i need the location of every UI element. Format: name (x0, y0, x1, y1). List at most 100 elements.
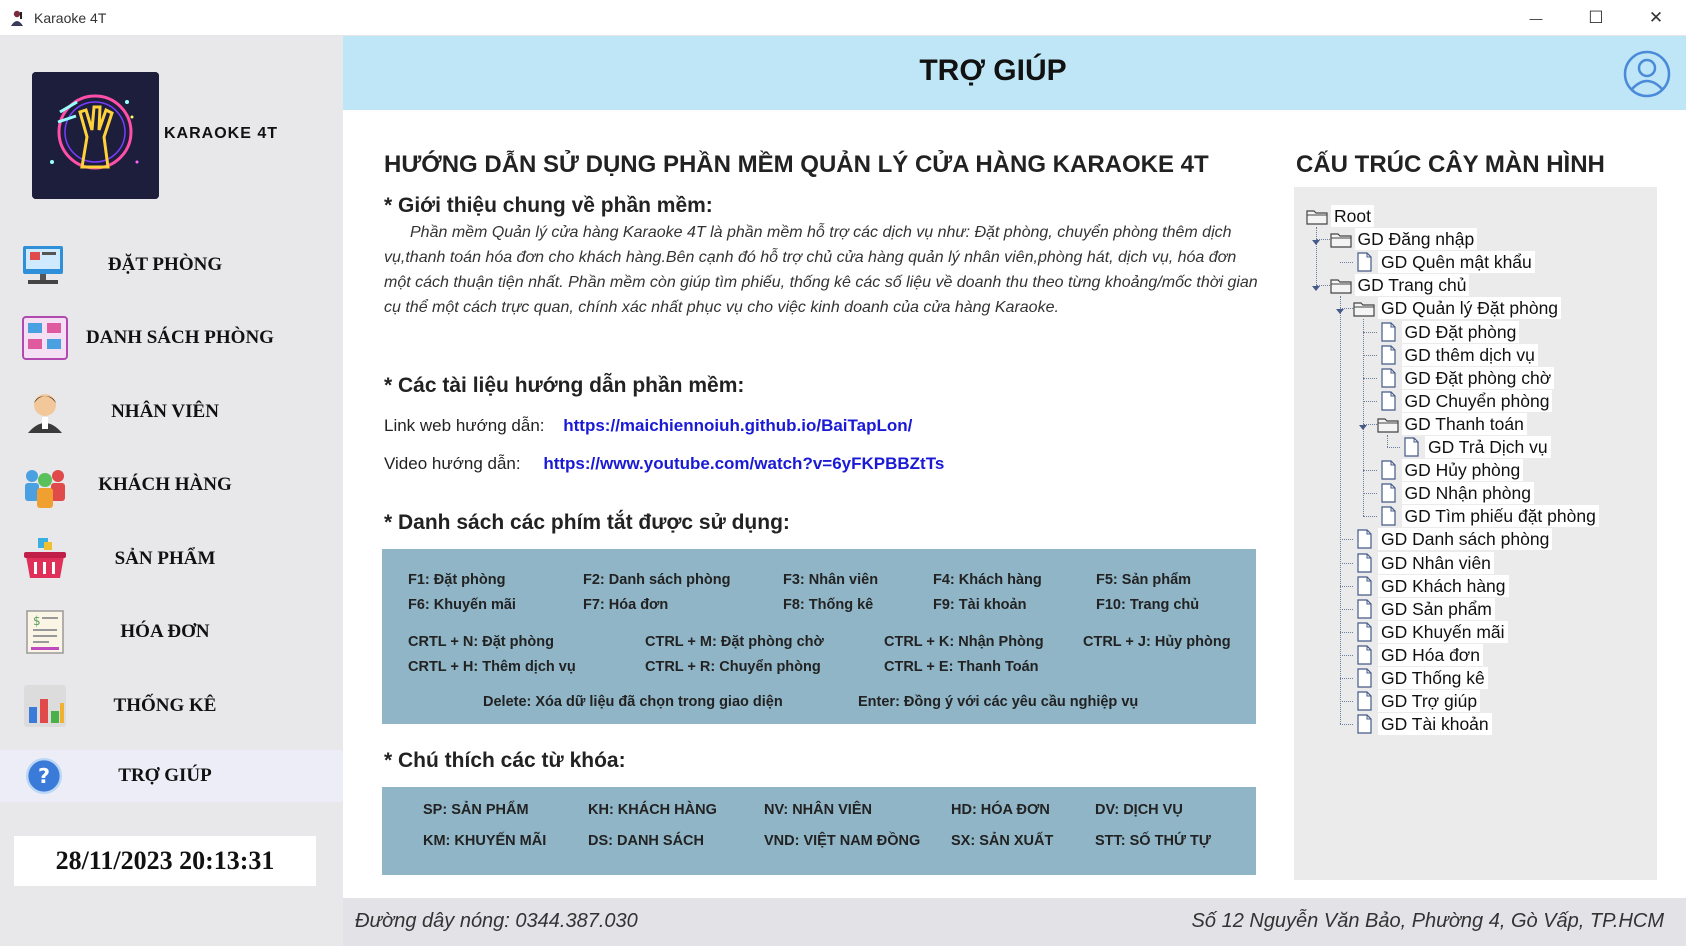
shortcut-item: Delete: Xóa dữ liệu đã chọn trong giao d… (483, 694, 783, 710)
datetime-clock: 28/11/2023 20:13:31 (14, 836, 316, 886)
tree-expander-icon[interactable] (1335, 303, 1345, 315)
shortcut-item: CTRL + R: Chuyển phòng (645, 659, 821, 675)
file-icon (1380, 321, 1396, 342)
tree-guide-line (1339, 654, 1353, 656)
minimize-button[interactable]: — (1506, 0, 1566, 36)
footer: Đường dây nóng: 0344.387.030 Số 12 Nguyễ… (343, 898, 1686, 946)
keyword-item: HD: HÓA ĐƠN (951, 802, 1050, 818)
tree-node[interactable]: GD Nhân viên (1353, 551, 1494, 574)
tree-node-label: GD Nhân viên (1378, 551, 1494, 574)
tree-node[interactable]: GD Hóa đơn (1353, 643, 1484, 666)
sidebar-item-khach-hang[interactable]: KHÁCH HÀNG (0, 456, 343, 514)
tree-guide-line (1339, 585, 1353, 587)
video-guide-link[interactable]: https://www.youtube.com/watch?v=6yFKPBBZ… (543, 454, 944, 473)
tree-node[interactable]: GD Chuyển phòng (1377, 389, 1553, 412)
shortcut-item: CTRL + K: Nhận Phòng (884, 634, 1044, 650)
tree-node[interactable]: GD Quản lý Đặt phòng (1353, 297, 1562, 320)
help-main-heading: HƯỚNG DẪN SỬ DỤNG PHẦN MỀM QUẢN LÝ CỬA H… (384, 151, 1209, 178)
tree-node[interactable]: GD Thanh toán (1376, 412, 1527, 435)
sidebar-item-san-pham[interactable]: SẢN PHẨM (0, 530, 343, 588)
file-icon (1380, 483, 1396, 503)
tree-expander-icon[interactable] (1311, 280, 1321, 292)
shortcut-item: F3: Nhân viên (783, 572, 879, 588)
tree-guide-line (1339, 562, 1353, 564)
tree-node[interactable]: GD Trợ giúp (1353, 690, 1481, 713)
maximize-icon: ☐ (1588, 8, 1604, 27)
shortcut-item: F7: Hóa đơn (583, 597, 669, 613)
brand-name: KARAOKE 4T (164, 125, 279, 142)
shortcut-item: CTRL + J: Hủy phòng (1083, 634, 1231, 650)
shortcut-item: CRTL + N: Đặt phòng (408, 634, 554, 650)
tree-node[interactable]: GD Nhận phòng (1377, 482, 1534, 505)
tree-node[interactable]: GD Đặt phòng chờ (1377, 366, 1555, 389)
folder-icon (1376, 418, 1399, 433)
tree-expander-icon[interactable] (1358, 419, 1368, 430)
tree-guide-line (1339, 724, 1353, 726)
file-icon (1357, 714, 1372, 734)
close-button[interactable]: ✕ (1626, 0, 1686, 36)
sidebar-item-tro-giup[interactable]: ? TRỢ GIÚP (0, 750, 343, 802)
tree-guide-line (1339, 631, 1353, 633)
tree-node[interactable]: GD Danh sách phòng (1353, 528, 1553, 551)
tree-node[interactable]: GD Hủy phòng (1377, 459, 1524, 482)
shortcuts-panel: F1: Đặt phòng F2: Danh sách phòng F3: Nh… (382, 549, 1256, 724)
sidebar-item-hoa-don[interactable]: $ HÓA ĐƠN (0, 603, 343, 661)
tree-node[interactable]: GD Đặt phòng (1377, 320, 1520, 343)
minimize-icon: — (1529, 10, 1543, 26)
tree-node[interactable]: GD Tìm phiếu đặt phòng (1377, 505, 1599, 528)
keyword-item: KH: KHÁCH HÀNG (588, 802, 717, 818)
video-guide-row: Video hướng dẫn: https://www.youtube.com… (384, 454, 944, 474)
sidebar-item-thong-ke[interactable]: THỐNG KÊ (0, 677, 343, 735)
shortcut-item: CTRL + E: Thanh Toán (884, 659, 1039, 675)
tree-node[interactable]: GD Trang chủ (1329, 274, 1470, 297)
tree-node[interactable]: GD Đăng nhập (1329, 228, 1478, 251)
tree-node[interactable]: GD Trả Dịch vụ (1400, 436, 1551, 458)
tree-node[interactable]: GD Tài khoản (1353, 713, 1492, 736)
file-icon (1380, 391, 1396, 411)
tree-node-label: GD Trả Dịch vụ (1425, 436, 1551, 458)
tree-node[interactable]: GD Khách hàng (1353, 574, 1509, 597)
sidebar-item-label: TRỢ GIÚP (118, 765, 212, 786)
keywords-heading: * Chú thích các từ khóa: (384, 749, 626, 772)
tree-node[interactable]: GD Sản phẩm (1353, 597, 1495, 620)
tree-node-label: GD Chuyển phòng (1401, 389, 1553, 412)
tree-node-label: GD Thống kê (1378, 667, 1488, 689)
folder-icon (1329, 279, 1352, 294)
tree-node-label: GD Hóa đơn (1378, 643, 1484, 666)
file-icon (1380, 344, 1396, 365)
tree-node[interactable]: Root (1306, 205, 1374, 227)
keyword-item: DS: DANH SÁCH (588, 833, 704, 849)
web-guide-link[interactable]: https://maichiennoiuh.github.io/BaiTapLo… (563, 416, 912, 435)
user-account-icon[interactable] (1622, 49, 1672, 99)
file-icon (1357, 622, 1372, 642)
folder-icon (1353, 302, 1375, 317)
tree-node[interactable]: GD Quên mật khẩu (1353, 251, 1535, 274)
sidebar-item-nhan-vien[interactable]: NHÂN VIÊN (0, 383, 343, 441)
tree-node-label: GD Đặt phòng (1401, 320, 1520, 343)
sidebar-item-danh-sach-phong[interactable]: DANH SÁCH PHÒNG (0, 309, 343, 367)
keyword-item: DV: DỊCH VỤ (1095, 802, 1183, 818)
tree-node-label: GD Đăng nhập (1354, 228, 1478, 251)
tree-guide-line (1339, 701, 1353, 703)
sidebar-item-label: SẢN PHẨM (114, 548, 216, 569)
file-icon (1380, 506, 1396, 526)
shortcut-item: CRTL + H: Thêm dịch vụ (408, 659, 576, 675)
sidebar: KARAOKE 4T ĐẶT PHÒNG DANH SÁCH PHÒNG NHÂ… (0, 36, 343, 946)
tree-node-label: GD Trang chủ (1354, 274, 1470, 297)
tree-guide-line (1339, 296, 1341, 725)
file-icon (1357, 599, 1372, 619)
sidebar-item-dat-phong[interactable]: ĐẶT PHÒNG (0, 236, 343, 294)
window-title: Karaoke 4T (34, 9, 107, 26)
tree-node[interactable]: GD Khuyến mãi (1353, 620, 1508, 643)
tree-node[interactable]: GD thêm dịch vụ (1377, 343, 1538, 366)
tree-guide-line (1363, 493, 1377, 495)
maximize-button[interactable]: ☐ (1566, 0, 1626, 36)
tree-guide-line (1363, 319, 1364, 517)
tree-expander-icon[interactable] (1311, 234, 1321, 246)
tree-node-label: GD Khách hàng (1378, 574, 1509, 597)
file-icon (1380, 368, 1396, 388)
karaoke-logo (32, 72, 159, 199)
help-content: HƯỚNG DẪN SỬ DỤNG PHẦN MỀM QUẢN LÝ CỬA H… (343, 110, 1686, 898)
tree-node[interactable]: GD Thống kê (1353, 667, 1488, 689)
screen-tree[interactable]: Root GD Đăng nhập GD Quên mật khẩu GD Trang… (1294, 187, 1657, 880)
